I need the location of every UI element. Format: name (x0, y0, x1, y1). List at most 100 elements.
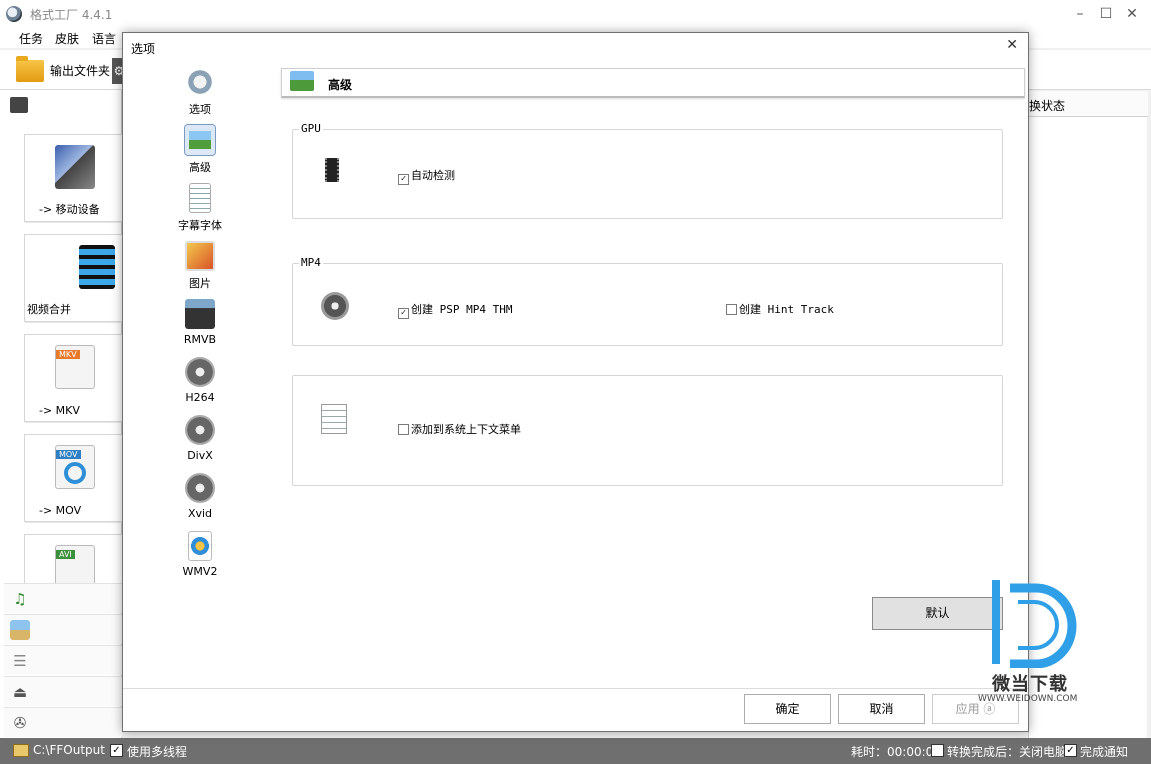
nav-label: 字幕字体 (178, 219, 222, 232)
document-icon: ☰ (13, 652, 27, 670)
watermark-url: WWW.WEIDOWN.COM (978, 694, 1078, 704)
function-panel: -> 移动设备 视频合并 MKV -> MKV MOV -> MOV AVI ♫… (0, 90, 124, 738)
nav-label: 选项 (189, 103, 211, 116)
output-path[interactable]: C:\FFOutput (33, 743, 105, 757)
disc-drive-icon: ⏏ (12, 683, 28, 701)
card-label: -> MKV (39, 404, 80, 417)
category-utilities[interactable]: ✇ (4, 707, 122, 737)
menu-skin[interactable]: 皮肤 (55, 30, 79, 47)
close-window-icon[interactable]: ✕ (1120, 4, 1144, 24)
gpu-group-title: GPU (299, 122, 323, 135)
psp-thm-label: 创建 PSP MP4 THM (411, 303, 513, 316)
nav-picture[interactable]: 图片 (177, 241, 223, 297)
nav-label: 高级 (189, 161, 211, 174)
elapsed-time: 耗时：00:00:00 (851, 745, 941, 759)
film-reel-icon (321, 292, 349, 320)
nav-label: DivX (187, 449, 213, 462)
advanced-icon (184, 124, 216, 156)
status-column-header[interactable]: 换状态 (1029, 91, 1148, 117)
multithread-label: 使用多线程 (127, 745, 188, 759)
card-mov[interactable]: MOV -> MOV (24, 434, 124, 522)
context-menu-option[interactable]: 添加到系统上下文菜单 (398, 421, 521, 437)
default-button[interactable]: 默认 (872, 597, 1003, 630)
nav-options[interactable]: 选项 (177, 67, 223, 123)
close-icon[interactable]: ✕ (1006, 37, 1018, 53)
chip-icon (325, 158, 339, 182)
hint-track-option[interactable]: 创建 Hint Track (726, 301, 834, 317)
minimize-icon[interactable]: – (1068, 4, 1092, 24)
notify-label: 完成通知 (1080, 745, 1129, 759)
category-picture[interactable] (4, 614, 122, 644)
file-badge: MKV (56, 350, 80, 359)
section-title: 高级 (328, 78, 353, 92)
card-avi[interactable]: AVI (24, 534, 124, 584)
file-badge: MOV (56, 450, 81, 459)
status-bar: C:\FFOutput ✓ 使用多线程 耗时：00:00:00 转换完成后：关闭… (0, 738, 1151, 764)
divx-icon (185, 415, 215, 445)
context-menu-checkbox[interactable] (398, 424, 409, 435)
menu-language[interactable]: 语言 (92, 30, 116, 47)
nav-label: RMVB (183, 333, 217, 346)
nav-wmv2[interactable]: WMV2 (177, 531, 223, 587)
film-reel-icon: ✇ (13, 714, 27, 732)
card-mobile-device[interactable]: -> 移动设备 (24, 134, 124, 222)
nav-label: WMV2 (182, 565, 218, 578)
wmv2-icon (188, 531, 212, 561)
advanced-icon (290, 71, 314, 91)
card-mkv[interactable]: MKV -> MKV (24, 334, 124, 422)
hint-track-label: 创建 Hint Track (739, 303, 834, 316)
nav-divx[interactable]: DivX (177, 415, 223, 471)
auto-detect-option[interactable]: ✓ 自动检测 (398, 167, 455, 185)
shutdown-label: 转换完成后：关闭电脑 (947, 745, 1068, 759)
card-video-merge[interactable]: 视频合并 (24, 234, 124, 322)
output-folder-icon[interactable] (13, 744, 29, 757)
picture-icon (10, 620, 30, 640)
rmvb-icon (185, 299, 215, 329)
mov-file-icon: MOV (55, 445, 95, 489)
card-label: 视频合并 (27, 303, 71, 316)
hint-track-checkbox[interactable] (726, 304, 737, 315)
nav-rmvb[interactable]: RMVB (177, 299, 223, 355)
shutdown-checkbox[interactable] (931, 744, 944, 757)
mkv-file-icon: MKV (55, 345, 95, 389)
nav-xvid[interactable]: Xvid (177, 473, 223, 529)
app-title: 格式工厂 4.4.1 (30, 8, 113, 22)
weidown-watermark: 微当下载 WWW.WEIDOWN.COM (978, 576, 1088, 710)
nav-label: 图片 (189, 277, 211, 290)
xvid-icon (185, 473, 215, 503)
music-note-icon: ♫ (13, 590, 27, 608)
context-menu-icon (321, 404, 347, 434)
output-folder-icon[interactable] (16, 56, 44, 82)
category-audio[interactable]: ♫ (4, 583, 122, 613)
nav-advanced[interactable]: 高级 (177, 124, 223, 181)
weidown-logo-icon (992, 580, 1077, 669)
psp-thm-option[interactable]: ✓ 创建 PSP MP4 THM (398, 301, 512, 319)
maximize-icon[interactable]: ☐ (1094, 4, 1118, 24)
gpu-group: GPU ✓ 自动检测 (292, 122, 1003, 219)
card-label: -> MOV (39, 504, 82, 517)
context-menu-label: 添加到系统上下文菜单 (411, 423, 521, 436)
nav-subtitle-font[interactable]: 字幕字体 (177, 183, 223, 239)
picture-icon (185, 241, 215, 271)
category-document[interactable]: ☰ (4, 645, 122, 675)
auto-detect-checkbox[interactable]: ✓ (398, 174, 409, 185)
cancel-button[interactable]: 取消 (838, 694, 925, 724)
multithread-checkbox[interactable]: ✓ (110, 744, 123, 757)
category-rom-device[interactable]: ⏏ (4, 676, 122, 706)
notify-checkbox[interactable]: ✓ (1064, 744, 1077, 757)
auto-detect-label: 自动检测 (411, 169, 455, 182)
psp-thm-checkbox[interactable]: ✓ (398, 308, 409, 319)
nav-h264[interactable]: H264 (177, 357, 223, 413)
footer-divider (123, 688, 1028, 689)
options-dialog: 选项 ✕ 选项 高级 字幕字体 图片 RMVB H264 DivX Xvid W… (122, 32, 1029, 732)
avi-file-icon: AVI (55, 545, 95, 583)
ok-button[interactable]: 确定 (744, 694, 831, 724)
video-category-icon[interactable] (10, 97, 28, 113)
output-folder-button[interactable]: 输出文件夹 (50, 62, 110, 79)
mobile-device-icon (55, 145, 95, 189)
mp4-group-title: MP4 (299, 256, 323, 269)
watermark-text: 微当下载 (992, 674, 1068, 695)
options-icon (185, 67, 215, 97)
h264-icon (185, 357, 215, 387)
menu-task[interactable]: 任务 (19, 30, 43, 47)
